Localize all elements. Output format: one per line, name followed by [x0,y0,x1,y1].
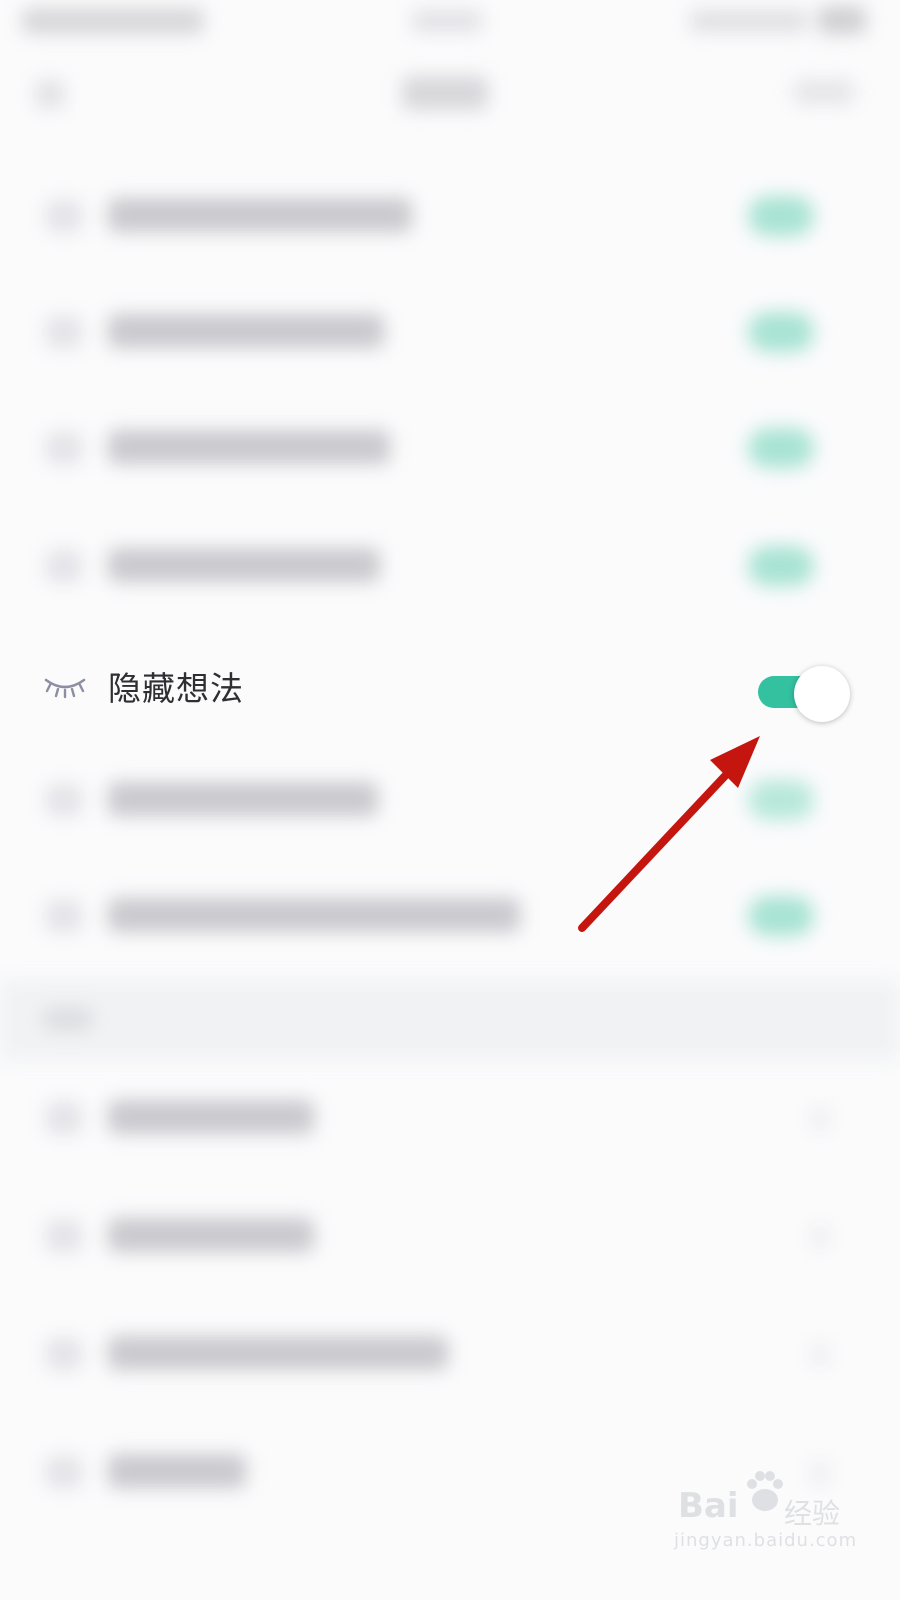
paw-icon [747,1471,783,1511]
setting-icon [46,784,82,816]
setting-row[interactable] [0,390,900,508]
nav-action-button[interactable] [794,80,854,104]
setting-label [108,782,378,816]
watermark-brand: Bai [678,1486,739,1526]
setting-label [108,1336,448,1370]
annotation-arrow [578,736,760,932]
setting-label [108,430,390,464]
setting-toggle[interactable] [748,546,814,586]
chevron-right-icon [812,1344,828,1366]
setting-row[interactable] [0,508,900,626]
status-signal-info [690,10,808,32]
setting-toggle[interactable] [748,428,814,468]
setting-toggle[interactable] [748,196,814,236]
hide-thoughts-toggle[interactable] [756,666,850,722]
setting-icon [46,1338,82,1370]
setting-label [108,1454,246,1488]
setting-label [108,198,412,232]
setting-icon [46,550,82,582]
status-bar [0,0,900,46]
watermark-logo: Bai 经验 jingyan.baidu.com [672,1466,872,1558]
nav-bar [0,50,900,140]
eye-closed-icon [44,678,86,699]
setting-label-hide-thoughts: 隐藏想法 [108,669,244,708]
setting-label [108,1100,314,1134]
watermark-suffix: 经验 [784,1497,841,1530]
setting-row[interactable] [0,1060,900,1178]
setting-icon [46,900,82,932]
setting-icon [46,432,82,464]
setting-toggle[interactable] [748,312,814,352]
setting-label [108,548,380,582]
setting-row[interactable] [0,274,900,392]
battery-icon [818,6,866,34]
setting-label [108,898,520,932]
status-center-info [412,10,482,32]
setting-row[interactable] [0,1178,900,1296]
setting-icon [46,1102,82,1134]
chevron-right-icon [812,1226,828,1248]
setting-row[interactable] [0,1296,900,1414]
setting-icon [46,316,82,348]
setting-row[interactable] [0,158,900,276]
setting-icon [46,1220,82,1252]
setting-label [108,1218,314,1252]
status-time [22,8,204,34]
chevron-right-icon [812,1108,828,1130]
section-title [44,1008,92,1030]
toggle-knob [794,666,850,722]
back-arrow-icon[interactable] [36,80,64,108]
setting-label [108,314,384,348]
setting-icon [46,1456,82,1488]
page-title [402,76,488,110]
watermark-url: jingyan.baidu.com [674,1530,858,1551]
setting-icon [46,200,82,232]
section-header [0,980,900,1060]
